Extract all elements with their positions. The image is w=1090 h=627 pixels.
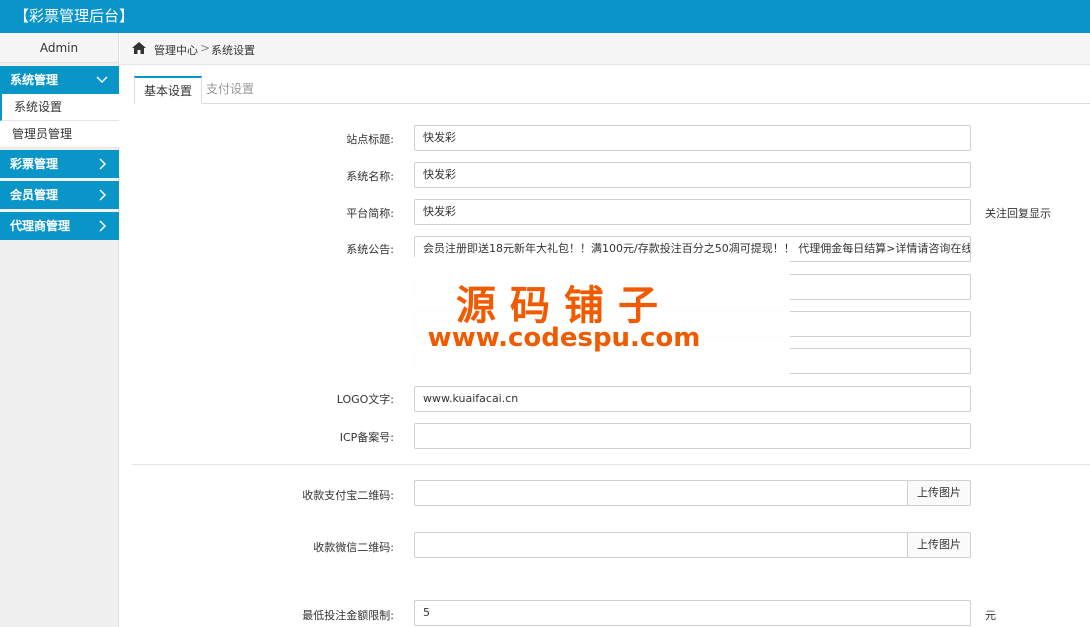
top-bar: 【彩票管理后台】: [0, 0, 1090, 33]
tab-payment-settings[interactable]: 支付设置: [197, 76, 263, 104]
system-notice-label: 系统公告:: [346, 243, 394, 256]
sidebar-group-system[interactable]: 系统管理: [0, 66, 119, 94]
chevron-right-icon: [95, 150, 109, 178]
system-name-label: 系统名称:: [346, 170, 394, 183]
sidebar-group-label: 系统管理: [10, 73, 59, 87]
watermark-overlay: 源码铺子 www.codespu.com: [338, 257, 790, 375]
chevron-right-icon: [95, 212, 109, 240]
settings-tabs: 基本设置 支付设置: [134, 76, 1090, 104]
logo-text-label: LOGO文字:: [336, 393, 394, 406]
icp-label: ICP备案号:: [339, 431, 394, 444]
alipay-qr-label: 收款支付宝二维码:: [302, 489, 394, 502]
alipay-qr-input[interactable]: [414, 480, 908, 506]
sidebar-group-agents[interactable]: 代理商管理: [0, 212, 119, 240]
sidebar: Admin 系统管理 系统设置 管理员管理 彩票管理 会员管理 代理商管理: [0, 33, 119, 627]
admin-username: Admin: [0, 33, 118, 63]
breadcrumb-separator: >: [200, 41, 211, 55]
site-title-label: 站点标题:: [346, 133, 394, 146]
tab-basic-settings[interactable]: 基本设置: [134, 76, 203, 104]
min-bet-input[interactable]: 5: [414, 600, 971, 626]
sidebar-item-admin-management[interactable]: 管理员管理: [0, 121, 119, 148]
breadcrumb: 管理中心 > 系统设置: [120, 33, 1090, 65]
sidebar-item-system-settings[interactable]: 系统设置: [0, 94, 119, 121]
system-name-input[interactable]: 快发彩: [414, 162, 971, 188]
app-title: 【彩票管理后台】: [14, 7, 135, 25]
min-bet-unit: 元: [985, 609, 996, 622]
sidebar-group-label: 会员管理: [10, 188, 59, 202]
icp-input[interactable]: [414, 423, 971, 449]
section-divider: [132, 464, 1090, 465]
logo-text-input[interactable]: www.kuaifacai.cn: [414, 386, 971, 412]
wechat-qr-upload-button[interactable]: 上传图片: [907, 532, 971, 558]
platform-abbr-label: 平台简称:: [346, 207, 394, 220]
site-title-input[interactable]: 快发彩: [414, 125, 971, 151]
breadcrumb-item-admin-center[interactable]: 管理中心: [154, 42, 198, 58]
sidebar-group-label: 彩票管理: [10, 157, 59, 171]
breadcrumb-item-system-settings: 系统设置: [211, 44, 255, 57]
chevron-right-icon: [95, 181, 109, 209]
watermark-url: www.codespu.com: [427, 323, 701, 353]
sidebar-group-label: 代理商管理: [10, 219, 71, 233]
home-icon[interactable]: [132, 42, 146, 57]
sidebar-group-members[interactable]: 会员管理: [0, 181, 119, 209]
platform-abbr-note: 关注回复显示: [985, 207, 1051, 220]
alipay-qr-upload-button[interactable]: 上传图片: [907, 480, 971, 506]
wechat-qr-input[interactable]: [414, 532, 908, 558]
platform-abbr-input[interactable]: 快发彩: [414, 199, 971, 225]
wechat-qr-label: 收款微信二维码:: [313, 541, 394, 554]
chevron-down-icon: [95, 66, 109, 94]
sidebar-group-lottery[interactable]: 彩票管理: [0, 150, 119, 178]
min-bet-label: 最低投注金额限制:: [302, 609, 394, 622]
